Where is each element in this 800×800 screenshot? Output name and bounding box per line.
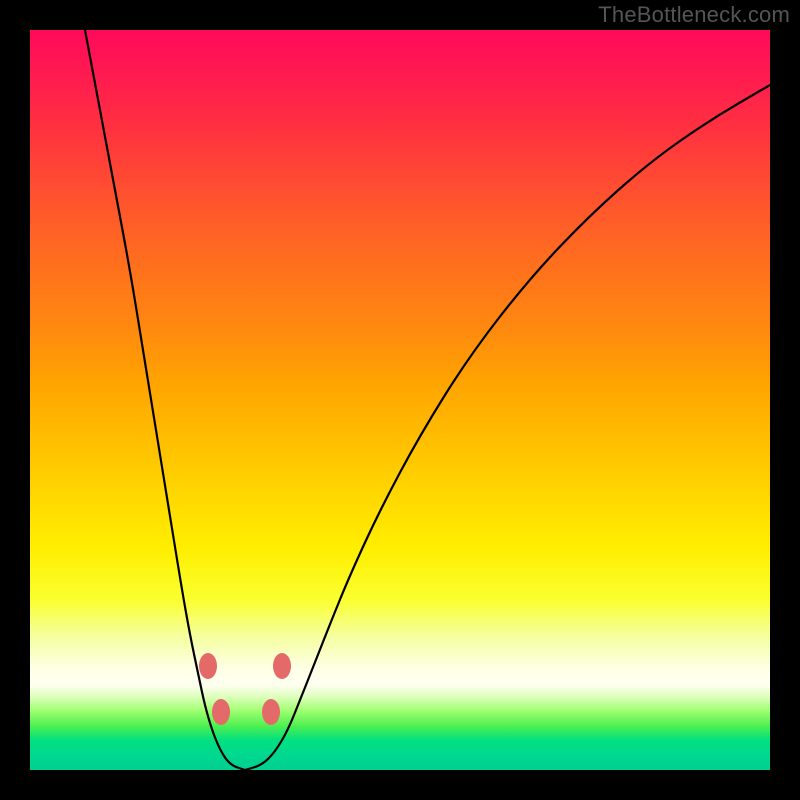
right-curve (245, 85, 770, 770)
curve-marker (199, 653, 217, 679)
curve-marker (273, 653, 291, 679)
left-curve (85, 30, 245, 770)
curves-svg (30, 30, 770, 770)
plot-area (30, 30, 770, 770)
curve-marker (262, 699, 280, 725)
curve-marker (212, 699, 230, 725)
watermark-text: TheBottleneck.com (598, 2, 790, 28)
markers-group (199, 653, 291, 725)
